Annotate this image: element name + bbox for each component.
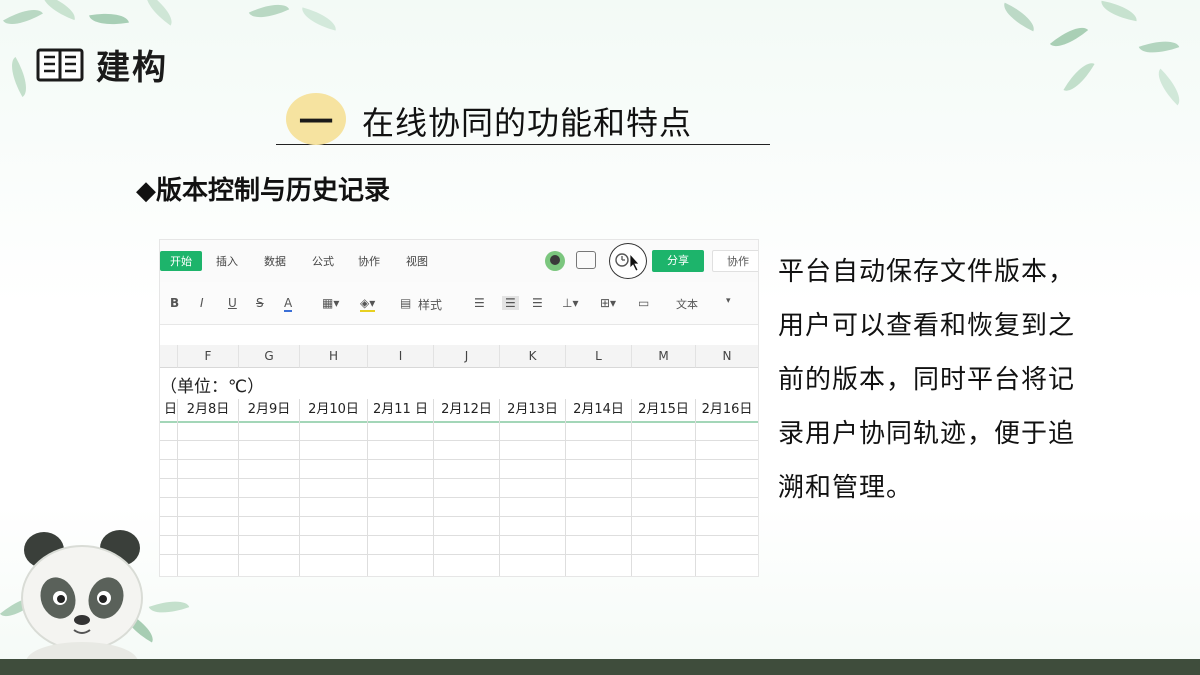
date-cell[interactable]: 2月15日: [632, 399, 696, 422]
border-icon[interactable]: ▦▾: [322, 296, 339, 310]
subtitle: ◆版本控制与历史记录: [136, 176, 390, 206]
date-cell-partial[interactable]: 日: [160, 399, 178, 422]
date-cell[interactable]: 2月8日: [178, 399, 239, 422]
description-line: 溯和管理。: [778, 473, 914, 503]
column-header-m[interactable]: M: [632, 345, 696, 368]
collab-button[interactable]: 协作: [712, 250, 758, 272]
section-heading: 一 在线协同的功能和特点: [276, 84, 770, 145]
grid-line: [160, 554, 758, 555]
grid-line: [695, 415, 696, 576]
menu-tab-data[interactable]: 数据: [264, 253, 286, 269]
menu-tab-collab[interactable]: 协作: [358, 253, 380, 269]
align-center-icon[interactable]: ☰: [502, 296, 519, 310]
description-line: 平台自动保存文件版本，: [778, 257, 1076, 287]
grid-line: [631, 415, 632, 576]
date-cell[interactable]: 2月16日: [696, 399, 758, 422]
spreadsheet-window: 开始 插入 数据 公式 协作 视图 分享 协作 B I U S A ▦▾ ◈▾ …: [160, 240, 758, 576]
panda-mascot: [21, 530, 143, 660]
grid-line: [499, 415, 500, 576]
column-header-h[interactable]: H: [300, 345, 368, 368]
cell-style-icon[interactable]: ▤: [400, 296, 411, 310]
column-header-f[interactable]: F: [178, 345, 239, 368]
section-number-badge: 一: [286, 93, 346, 145]
date-cell[interactable]: 2月13日: [500, 399, 566, 422]
menu-tab-start[interactable]: 开始: [160, 251, 202, 271]
align-right-icon[interactable]: ☰: [532, 296, 543, 310]
description-text: 平台自动保存文件版本， 用户可以查看和恢复到之 前的版本，同时平台将记 录用户协…: [778, 245, 1118, 515]
grid-line: [177, 415, 178, 576]
open-book-icon: [36, 48, 84, 81]
column-header-k[interactable]: K: [500, 345, 566, 368]
menu-bar: 开始 插入 数据 公式 协作 视图 分享 协作: [160, 240, 758, 283]
clock-icon: [615, 252, 640, 272]
date-cell[interactable]: 2月11 日: [368, 399, 434, 422]
description-line: 用户可以查看和恢复到之: [778, 311, 1076, 341]
grid-line: [433, 415, 434, 576]
merge-cells-icon[interactable]: ⊞▾: [600, 296, 616, 310]
wrap-text-icon[interactable]: ▭: [638, 296, 649, 310]
vertical-align-icon[interactable]: ⊥▾: [562, 296, 578, 310]
grid-line: [160, 459, 758, 460]
date-cell[interactable]: 2月9日: [239, 399, 300, 422]
present-icon[interactable]: [576, 251, 596, 269]
cell-style-button[interactable]: 样式: [418, 296, 442, 313]
underline-button[interactable]: U: [228, 296, 237, 310]
grid-line: [565, 415, 566, 576]
grid-line: [238, 415, 239, 576]
date-cell[interactable]: 2月12日: [434, 399, 500, 422]
grid-line: [160, 478, 758, 479]
column-header-partial[interactable]: [160, 345, 178, 368]
strikethrough-button[interactable]: S: [256, 296, 264, 310]
menu-tab-insert[interactable]: 插入: [216, 253, 238, 269]
italic-button[interactable]: I: [200, 296, 204, 310]
description-line: 前的版本，同时平台将记: [778, 365, 1076, 395]
column-header-g[interactable]: G: [239, 345, 300, 368]
grid-line: [160, 535, 758, 536]
align-left-icon[interactable]: ☰: [474, 296, 485, 310]
row-separator: [160, 421, 758, 423]
font-color-button[interactable]: A: [284, 296, 293, 312]
grid-line: [299, 415, 300, 576]
column-header-i[interactable]: I: [368, 345, 434, 368]
page-title: 建构: [96, 48, 168, 88]
section-title: 在线协同的功能和特点: [362, 104, 693, 142]
grid-line: [160, 516, 758, 517]
share-button[interactable]: 分享: [652, 250, 704, 272]
bold-button[interactable]: B: [170, 296, 179, 310]
grid-line: [160, 440, 758, 441]
column-header-n[interactable]: N: [696, 345, 758, 368]
menu-tab-formula[interactable]: 公式: [312, 253, 334, 269]
history-button[interactable]: [609, 243, 647, 279]
unit-label-cell[interactable]: （单位：℃）: [160, 372, 264, 397]
page-header: 建构: [36, 40, 168, 89]
column-header-l[interactable]: L: [566, 345, 632, 368]
footer-bar: [0, 659, 1200, 675]
column-header-j[interactable]: J: [434, 345, 500, 368]
grid-line: [367, 415, 368, 576]
grid-line: [160, 497, 758, 498]
user-avatar[interactable]: [545, 251, 565, 271]
date-cell[interactable]: 2月10日: [300, 399, 368, 422]
chevron-down-icon[interactable]: ▾: [726, 296, 731, 306]
number-format-dropdown[interactable]: 文本: [676, 296, 698, 312]
description-line: 录用户协同轨迹，便于追: [778, 419, 1076, 449]
menu-tab-view[interactable]: 视图: [406, 253, 428, 269]
format-toolbar: B I U S A ▦▾ ◈▾ ▤ 样式 ☰ ☰ ☰ ⊥▾ ⊞▾ ▭ 文本 ▾: [160, 282, 758, 325]
date-cell[interactable]: 2月14日: [566, 399, 632, 422]
fill-color-icon[interactable]: ◈▾: [360, 296, 376, 312]
